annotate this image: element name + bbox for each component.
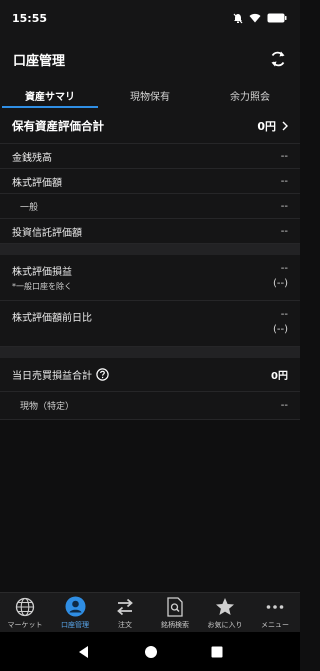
general-account-value: --: [280, 200, 288, 212]
globe-icon: [15, 597, 35, 616]
refresh-icon[interactable]: [269, 50, 287, 68]
cash-balance-value: --: [280, 150, 288, 162]
stock-valuation-value: --: [280, 175, 288, 187]
tab-buying-power[interactable]: 余力照会: [200, 82, 300, 108]
fund-valuation-label: 投資信託評価額: [12, 227, 82, 239]
stock-valuation-label: 株式評価額: [12, 177, 62, 189]
stock-prev-day-rate: (--): [272, 324, 288, 335]
tab-holdings[interactable]: 現物保有: [100, 82, 200, 108]
section-divider: [0, 244, 300, 255]
daily-spot-value: --: [280, 400, 288, 411]
search-doc-icon: [167, 596, 183, 617]
stock-pl-note: *一般口座を除く: [12, 282, 72, 291]
nav-order[interactable]: 注文: [100, 593, 150, 633]
status-bar: 15:55: [0, 0, 300, 36]
nav-account[interactable]: 口座管理: [50, 593, 100, 633]
daily-pl-label-wrap: 当日売買損益合計: [12, 367, 109, 382]
total-assets-value-wrap: 0円: [257, 118, 288, 134]
nav-favorites-label: お気に入り: [207, 620, 243, 629]
swap-icon: [117, 598, 133, 615]
stock-valuation-row: 株式評価額 --: [0, 169, 300, 194]
status-icons: [233, 13, 287, 24]
cash-balance-row: 金銭残高 --: [0, 144, 300, 169]
daily-pl-label: 当日売買損益合計: [12, 371, 92, 382]
stock-pl-value-group: -- (--): [273, 263, 288, 289]
stock-prev-day-row: 株式評価額前日比 -- (--): [0, 301, 300, 347]
stock-pl-row: 株式評価損益 *一般口座を除く -- (--): [0, 255, 300, 301]
nav-menu[interactable]: メニュー: [250, 593, 300, 633]
battery-icon: [267, 13, 287, 23]
total-assets-value: 0円: [257, 119, 276, 133]
daily-spot-label: 現物（特定）: [20, 402, 75, 412]
fund-valuation-value: --: [280, 225, 288, 237]
total-assets-row[interactable]: 保有資産評価合計 0円: [0, 108, 300, 144]
stock-prev-day-value: --: [280, 309, 288, 320]
mute-icon: [233, 13, 243, 23]
daily-pl-value: 0円: [271, 371, 288, 382]
total-assets-label: 保有資産評価合計: [12, 118, 104, 133]
tab-bar: 資産サマリ 現物保有 余力照会: [0, 82, 300, 108]
bottom-nav: マーケット 口座管理 注文 銘柄検索 お気に入り メニュー: [0, 592, 300, 633]
back-icon[interactable]: [77, 645, 91, 659]
home-icon[interactable]: [144, 645, 158, 659]
recents-icon[interactable]: [211, 646, 223, 658]
stock-prev-day-value-group: -- (--): [273, 309, 288, 335]
page-title: 口座管理: [13, 53, 66, 69]
star-icon: [216, 597, 234, 615]
nav-market-label: マーケット: [7, 620, 43, 629]
system-nav-bar: [0, 632, 300, 671]
stock-pl-label: 株式評価損益: [12, 267, 72, 278]
section-divider-2: [0, 347, 300, 358]
nav-menu-label: メニュー: [261, 620, 289, 629]
fund-valuation-row: 投資信託評価額 --: [0, 219, 300, 244]
stock-pl-label-group: 株式評価損益 *一般口座を除く: [12, 263, 72, 292]
nav-search[interactable]: 銘柄検索: [150, 593, 200, 633]
daily-spot-row: 現物（特定） --: [0, 392, 300, 420]
nav-market[interactable]: マーケット: [0, 593, 50, 633]
status-time: 15:55: [12, 11, 48, 25]
account-icon: [65, 596, 85, 617]
stock-pl-value: --: [280, 263, 288, 274]
help-icon[interactable]: [96, 368, 109, 381]
general-account-label: 一般: [20, 202, 39, 213]
stock-prev-day-label: 株式評価額前日比: [12, 313, 92, 324]
stock-pl-rate: (--): [272, 278, 288, 289]
nav-favorites[interactable]: お気に入り: [200, 593, 250, 633]
chevron-right-icon: [282, 121, 288, 130]
nav-order-label: 注文: [118, 620, 132, 629]
nav-account-label: 口座管理: [61, 621, 89, 629]
more-icon: [266, 604, 284, 609]
general-account-row: 一般 --: [0, 194, 300, 219]
nav-search-label: 銘柄検索: [161, 620, 189, 629]
app-header: 口座管理: [0, 36, 300, 82]
tab-asset-summary[interactable]: 資産サマリ: [0, 82, 100, 108]
wifi-icon: [249, 13, 261, 23]
cash-balance-label: 金銭残高: [12, 152, 52, 164]
summary-content: 保有資産評価合計 0円 金銭残高 -- 株式評価額 -- 一般 -- 投資信託評…: [0, 108, 300, 420]
daily-pl-row: 当日売買損益合計 0円: [0, 358, 300, 392]
